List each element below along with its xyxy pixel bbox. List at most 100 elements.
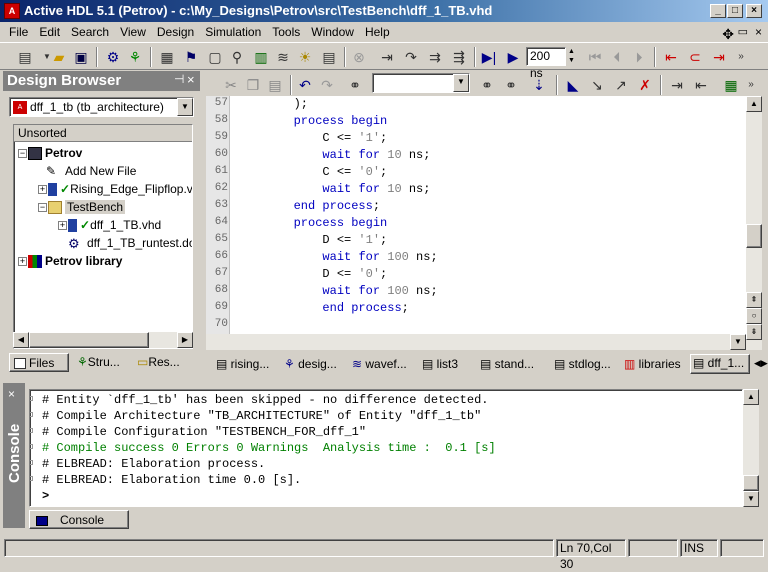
tab-rising[interactable]: ▤ rising... (214, 356, 280, 374)
bulb-icon[interactable]: ☀ (294, 46, 316, 68)
menu-view[interactable]: View (120, 25, 146, 39)
tree-hscrollbar[interactable]: ◀ ▶ (13, 332, 193, 348)
tab-standard[interactable]: ▤ stand... (478, 356, 550, 374)
editor-hscrollbar[interactable]: ▼ (206, 334, 746, 350)
scroll-down-icon[interactable]: ▼ (730, 334, 746, 350)
more-icon-2[interactable]: » (740, 74, 762, 96)
menu-design[interactable]: Design (157, 25, 194, 39)
tab-waveform[interactable]: ≋ wavef... (350, 356, 416, 374)
browser-icon[interactable]: ▢ (204, 46, 226, 68)
console-output[interactable]: # Entity `dff_1_tb' has been skipped - n… (29, 389, 743, 507)
collapse-icon-2[interactable]: − (38, 203, 47, 212)
hierarchy-icon[interactable]: ▦ (156, 46, 178, 68)
column-icon[interactable]: ▦ (720, 74, 742, 96)
code-editor[interactable]: 57 58 59 60 61 62 63 64 65 66 67 68 69 70 ); process … (206, 96, 746, 334)
tab-console[interactable]: Console (29, 510, 129, 529)
tab-stdlogic[interactable]: ▤ stdlog... (552, 356, 620, 374)
next-bookmark-icon[interactable]: ↘ (586, 74, 608, 96)
design-combo[interactable]: A dff_1_tb (tb_architecture) ▼ (9, 97, 194, 117)
indent-icon[interactable]: ⇥ (666, 74, 688, 96)
undo-icon[interactable]: ↶ (294, 74, 316, 96)
paste-icon[interactable]: ▤ (264, 74, 286, 96)
scroll-right-icon[interactable]: ▶ (177, 332, 193, 348)
console-prompt[interactable]: > (42, 489, 49, 503)
step-icon[interactable]: ⇥ (376, 46, 398, 68)
menu-help[interactable]: Help (365, 25, 390, 39)
console-scroll-thumb[interactable] (743, 475, 759, 491)
collapse-icon[interactable]: − (18, 149, 27, 158)
console-scroll-up-icon[interactable]: ▲ (743, 389, 759, 405)
combo-arrow-icon[interactable]: ▼ (177, 98, 193, 116)
run-icon[interactable]: ⇉ (424, 46, 446, 68)
maximize-button[interactable]: □ (727, 4, 743, 18)
redo-icon[interactable]: ↷ (316, 74, 338, 96)
compile-icon[interactable]: ⚙ (102, 46, 124, 68)
save-icon[interactable]: ▣ (70, 46, 92, 68)
find-combo-arrow-icon[interactable]: ▼ (453, 74, 469, 92)
tab-libraries[interactable]: ▥ libraries (622, 356, 688, 374)
library-icon[interactable]: ▥ (250, 46, 272, 68)
outdent-icon[interactable]: ⇤ (690, 74, 712, 96)
find-next-icon[interactable]: ⚭ (476, 74, 498, 96)
new-icon[interactable]: ▤ (14, 46, 36, 68)
title-bar[interactable]: A Active HDL 5.1 (Petrov) - c:\My_Design… (0, 0, 768, 22)
compile-all-icon[interactable]: ⚘ (124, 46, 146, 68)
scroll-thumb[interactable] (29, 332, 149, 348)
minimize-button[interactable]: _ (710, 4, 726, 18)
menu-tools[interactable]: Tools (272, 25, 300, 39)
close-console-icon[interactable]: × (8, 387, 15, 401)
expand-icon-3[interactable]: + (18, 257, 27, 266)
menu-window[interactable]: Window (311, 25, 354, 39)
step-over-icon[interactable]: ↷ (400, 46, 422, 68)
console-scroll-down-icon[interactable]: ▼ (743, 491, 759, 507)
go-to-line-icon[interactable]: ⇣ (528, 74, 550, 96)
back-icon[interactable]: ⏴ (606, 46, 628, 68)
tree-header[interactable]: Unsorted (14, 125, 192, 142)
breakpoint-icon[interactable]: ⊂ (684, 46, 706, 68)
design-flow-icon[interactable]: ⚑ (180, 46, 202, 68)
bookmark-nav-icon[interactable]: ○ (746, 308, 762, 324)
copy-icon[interactable]: ❐ (242, 74, 264, 96)
prev-bookmark-icon[interactable]: ↗ (610, 74, 632, 96)
waveform-icon[interactable]: ≋ (272, 46, 294, 68)
find-combo[interactable]: ▼ (372, 73, 470, 93)
bookmark-icon[interactable]: ⇤ (660, 46, 682, 68)
tree-item-add-new-file[interactable]: ✎ Add New File (46, 162, 136, 180)
menu-search[interactable]: Search (71, 25, 109, 39)
tree-item-testbench[interactable]: TestBench (48, 198, 126, 216)
toggle-bookmark-icon[interactable]: ◣ (562, 74, 584, 96)
expand-icon[interactable]: + (38, 185, 47, 194)
move-icon[interactable]: ✥ (722, 24, 734, 44)
run-for-icon[interactable]: ▶| (478, 46, 500, 68)
page-up-icon[interactable]: ⇞ (746, 292, 762, 308)
editor-scroll-thumb[interactable] (746, 224, 762, 248)
console-vscrollbar[interactable]: ▲ ▼ (743, 389, 759, 507)
tree-item-dff-tb[interactable]: ✓dff_1_TB.vhd (68, 216, 161, 234)
tab-resources[interactable]: ▭Res... (133, 353, 195, 372)
menu-edit[interactable]: Edit (39, 25, 60, 39)
expand-icon-2[interactable]: + (58, 221, 67, 230)
tabs-scroll-icon[interactable]: ◀▶ (754, 358, 768, 369)
app-icon[interactable]: A (4, 3, 20, 19)
sim-time-spinner[interactable]: ▲ ▼ (568, 47, 578, 66)
console-icon[interactable]: ▤ (318, 46, 340, 68)
more-icon[interactable]: » (730, 46, 752, 68)
run-icon-2[interactable]: ▶ (502, 46, 524, 68)
tree-item-petrov[interactable]: Petrov (28, 144, 82, 162)
tab-list3[interactable]: ▤ list3 (420, 356, 476, 374)
tab-dff-tb[interactable]: ▤ dff_1... (690, 354, 750, 374)
tree-item-library[interactable]: Petrov library (28, 252, 122, 270)
run-until-icon[interactable]: ⇶ (448, 46, 470, 68)
page-down-icon[interactable]: ⇟ (746, 324, 762, 340)
forward-icon[interactable]: ⏵ (628, 46, 650, 68)
scroll-left-icon[interactable]: ◀ (13, 332, 29, 348)
close-doc-icon[interactable]: × (755, 22, 762, 42)
find-prev-icon[interactable]: ⚭ (500, 74, 522, 96)
find-icon[interactable]: ⚲ (226, 46, 248, 68)
tab-files[interactable]: Files (9, 353, 69, 372)
open-folder-icon[interactable]: ▰ (48, 46, 70, 68)
clear-bookmark-icon[interactable]: ⇥ (708, 46, 730, 68)
pin-icon[interactable]: ⊣ (174, 72, 184, 86)
rewind-icon[interactable]: ⏮ (584, 46, 606, 68)
tree-item-rising-edge[interactable]: ✓Rising_Edge_Flipflop.vhd (48, 180, 192, 198)
